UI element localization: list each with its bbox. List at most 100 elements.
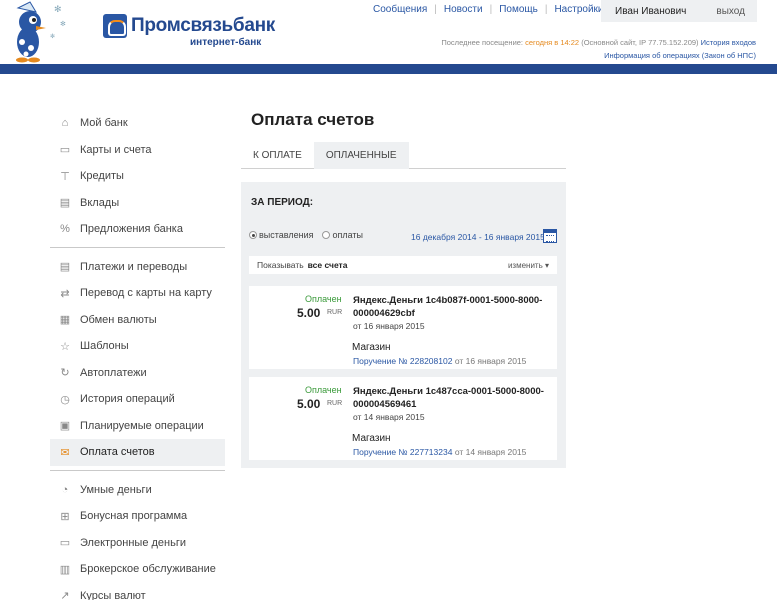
sidebar-item-label: Планируемые операции bbox=[80, 419, 204, 432]
exchange-icon: ▦ bbox=[59, 314, 71, 327]
user-box: Иван Иванович выход bbox=[601, 0, 757, 22]
last-visit-time: сегодня в 14:22 bbox=[525, 38, 580, 47]
sidebar-item-smart-money[interactable]: ◔ Умные деньги bbox=[50, 477, 225, 504]
bill-currency: RUR bbox=[327, 309, 343, 316]
sidebar-item-templates[interactable]: ☆ Шаблоны bbox=[50, 333, 225, 360]
header-bar bbox=[0, 64, 777, 74]
sidebar-item-bonus[interactable]: ⊞ Бонусная программа bbox=[50, 503, 225, 530]
sidebar-item-card-transfer[interactable]: ⇄ Перевод с карты на карту bbox=[50, 280, 225, 307]
radio-issued[interactable]: выставления bbox=[249, 230, 313, 240]
header: ✻ ✻ ✻ Промсвязьбанк интернет-банк Сообще… bbox=[0, 0, 777, 64]
bill-currency: RUR bbox=[327, 400, 343, 407]
sidebar-item-label: Мой банк bbox=[80, 117, 128, 130]
logout-link[interactable]: выход bbox=[716, 6, 745, 17]
sidebar-item-emoney[interactable]: ▭ Электронные деньги bbox=[50, 530, 225, 557]
chart-icon: ▥ bbox=[59, 563, 71, 576]
nav-messages[interactable]: Сообщения bbox=[373, 4, 434, 15]
sidebar-item-label: Перевод с карты на карту bbox=[80, 287, 212, 300]
svg-text:✻: ✻ bbox=[50, 33, 55, 40]
radio-paid-label: оплаты bbox=[332, 230, 364, 240]
sidebar-item-label: Карты и счета bbox=[80, 143, 152, 156]
sidebar-item-label: Шаблоны bbox=[80, 340, 129, 353]
sidebar-item-offers[interactable]: % Предложения банка bbox=[50, 216, 225, 243]
radio-paid[interactable]: оплаты bbox=[322, 230, 363, 240]
operations-info-link[interactable]: Информация об операциях (Закон об НПС) bbox=[604, 51, 756, 60]
sidebar-item-exchange[interactable]: ▦ Обмен валюты bbox=[50, 307, 225, 334]
svg-text:✻: ✻ bbox=[54, 4, 62, 14]
sidebar-item-label: Курсы валют bbox=[80, 589, 146, 600]
sidebar-item-autopay[interactable]: ↻ Автоплатежи bbox=[50, 360, 225, 387]
last-visit-info: Последнее посещение: сегодня в 14:22 (Ос… bbox=[441, 38, 756, 47]
sidebar-item-deposits[interactable]: ▤ Вклады bbox=[50, 190, 225, 217]
bill-title[interactable]: Яндекс.Деньги 1c487cca-0001-5000-8000-00… bbox=[353, 385, 548, 411]
bank-subtitle: интернет-банк bbox=[190, 37, 262, 48]
tab-paid[interactable]: Оплаченные bbox=[313, 142, 409, 169]
sidebar: ⌂ Мой банк ▭ Карты и счета ⊤ Кредиты ▤ В… bbox=[50, 110, 225, 600]
payment-order: Поручение № 228208102 от 16 января 2015 bbox=[353, 356, 526, 366]
nav-help[interactable]: Помощь bbox=[492, 4, 545, 15]
autopay-icon: ↻ bbox=[60, 367, 70, 380]
radio-button-selected[interactable] bbox=[249, 231, 257, 239]
sidebar-item-history[interactable]: ◷ История операций bbox=[50, 386, 225, 413]
calendar-icon[interactable] bbox=[543, 229, 557, 243]
logo-mark-icon bbox=[103, 14, 127, 38]
home-icon: ⌂ bbox=[61, 117, 69, 130]
calendar-icon: ▣ bbox=[59, 420, 71, 433]
payment-order: Поручение № 227713234 от 14 января 2015 bbox=[353, 447, 526, 457]
sidebar-item-planned[interactable]: ▣ Планируемые операции bbox=[50, 413, 225, 440]
star-icon: ☆ bbox=[60, 340, 70, 353]
sidebar-item-label: Умные деньги bbox=[80, 483, 152, 496]
svg-text:✻: ✻ bbox=[60, 20, 66, 28]
filter-bar: Показывать все счета изменить ▾ bbox=[249, 256, 557, 274]
bill-payee: Магазин bbox=[352, 342, 391, 353]
bill-date: от 14 января 2015 bbox=[353, 412, 425, 422]
payment-order-date: от 16 января 2015 bbox=[454, 356, 527, 366]
change-filter-link[interactable]: изменить ▾ bbox=[508, 261, 549, 270]
filter-value: все счета bbox=[307, 260, 348, 270]
sidebar-item-rates[interactable]: ↗ Курсы валют bbox=[50, 583, 225, 600]
sidebar-item-brokerage[interactable]: ▥ Брокерское обслуживание bbox=[50, 556, 225, 583]
deposit-icon: ▤ bbox=[59, 197, 71, 210]
rates-icon: ↗ bbox=[60, 590, 70, 600]
clock-icon: ◔ bbox=[61, 483, 69, 496]
bill-card[interactable]: Оплачен 5.00 RUR Яндекс.Деньги 1c4b087f-… bbox=[249, 286, 557, 369]
bill-title[interactable]: Яндекс.Деньги 1c4b087f-0001-5000-8000-00… bbox=[353, 294, 548, 320]
tab-to-pay[interactable]: К оплате bbox=[241, 142, 314, 169]
radio-button[interactable] bbox=[322, 231, 331, 239]
sidebar-item-label: Предложения банка bbox=[80, 223, 183, 236]
sidebar-divider bbox=[50, 469, 225, 471]
sidebar-item-label: Обмен валюты bbox=[80, 313, 157, 326]
sidebar-item-credits[interactable]: ⊤ Кредиты bbox=[50, 163, 225, 190]
sidebar-item-my-bank[interactable]: ⌂ Мой банк bbox=[50, 110, 225, 137]
filter-label: Показывать bbox=[257, 260, 304, 270]
sidebar-item-label: Кредиты bbox=[80, 170, 124, 183]
payment-order-link[interactable]: Поручение № 227713234 bbox=[353, 447, 452, 457]
period-type-radios: выставления оплаты bbox=[249, 230, 372, 240]
page-title: Оплата счетов bbox=[251, 110, 375, 129]
period-title: ЗА ПЕРИОД: bbox=[251, 197, 314, 208]
credit-icon: ⊤ bbox=[60, 170, 70, 183]
card-transfer-icon: ⇄ bbox=[60, 287, 70, 300]
bill-date: от 16 января 2015 bbox=[353, 321, 425, 331]
nav-news[interactable]: Новости bbox=[437, 4, 490, 15]
login-history-link[interactable]: История входов bbox=[701, 38, 756, 47]
payment-order-date: от 14 января 2015 bbox=[454, 447, 527, 457]
bill-card[interactable]: Оплачен 5.00 RUR Яндекс.Деньги 1c487cca-… bbox=[249, 377, 557, 460]
bill-status: Оплачен bbox=[305, 385, 342, 395]
sidebar-item-label: Оплата счетов bbox=[80, 446, 155, 459]
sidebar-item-payments[interactable]: ▤ Платежи и переводы bbox=[50, 254, 225, 281]
payments-icon: ▤ bbox=[59, 261, 71, 274]
tabs: К оплате Оплаченные bbox=[241, 142, 566, 169]
date-range-link[interactable]: 16 декабря 2014 - 16 января 2015 bbox=[411, 232, 545, 242]
gift-icon: ⊞ bbox=[60, 510, 70, 523]
bill-status: Оплачен bbox=[305, 294, 342, 304]
mascot-illustration: ✻ ✻ ✻ bbox=[16, 1, 66, 63]
top-navigation: Сообщения | Новости | Помощь | Настройки bbox=[373, 4, 611, 15]
bank-logo[interactable]: Промсвязьбанк bbox=[103, 14, 275, 38]
sidebar-item-label: Автоплатежи bbox=[80, 366, 147, 379]
sidebar-item-bill-payment[interactable]: ✉ Оплата счетов bbox=[50, 439, 225, 466]
payment-order-link[interactable]: Поручение № 228208102 bbox=[353, 356, 452, 366]
last-visit-details: (Основной сайт, IP 77.75.152.209) bbox=[581, 38, 699, 47]
sidebar-item-cards[interactable]: ▭ Карты и счета bbox=[50, 137, 225, 164]
sidebar-item-label: Вклады bbox=[80, 196, 120, 209]
